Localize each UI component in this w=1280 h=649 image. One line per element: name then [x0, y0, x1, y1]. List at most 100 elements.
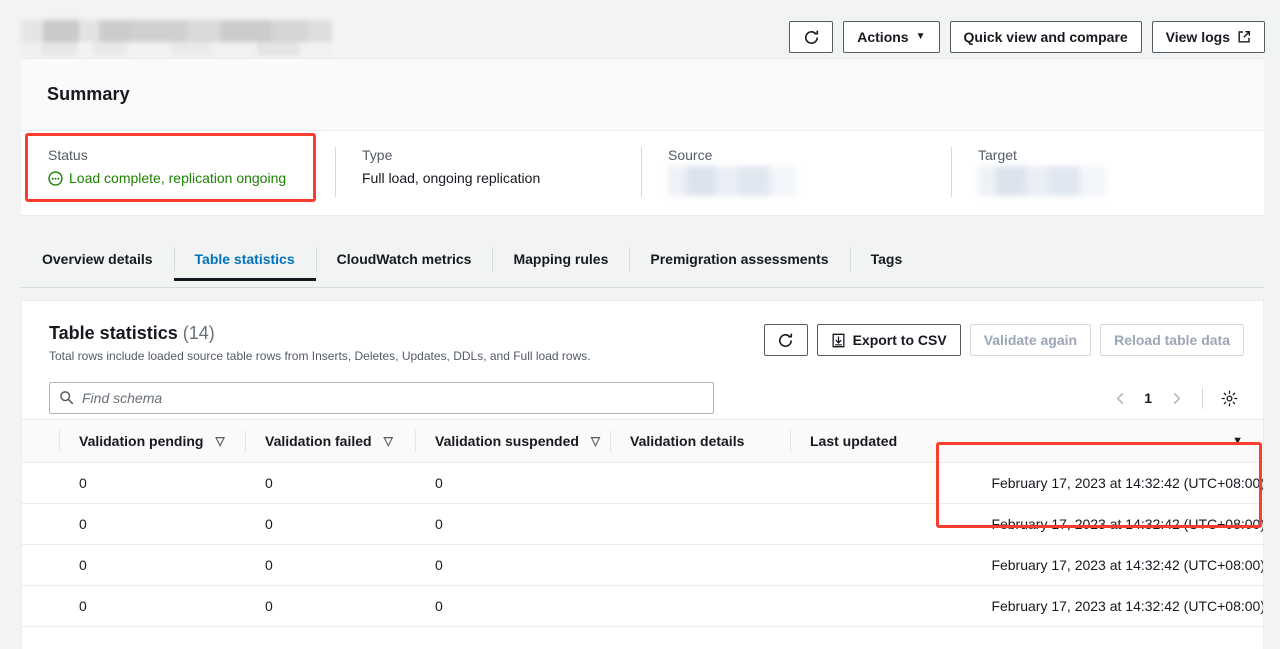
table-header: dation state ▽ Validation pending ▽ Vali…	[22, 419, 1263, 463]
column-header-label: Last updated	[810, 433, 898, 449]
reload-table-data-button[interactable]: Reload table data	[1100, 324, 1244, 356]
tab-label: Premigration assessments	[650, 251, 829, 267]
tab-premigration-assessments[interactable]: Premigration assessments	[629, 240, 849, 280]
cell-validation-state: dated	[22, 503, 59, 545]
table-panel-title: Table statistics (14)	[49, 323, 591, 344]
sort-descending-icon[interactable]: ▽	[384, 435, 393, 447]
summary-field-type: Type Full load, ongoing replication	[335, 147, 641, 216]
table-statistics-table: dation state ▽ Validation pending ▽ Vali…	[22, 419, 1263, 627]
cell-validation-suspended: 0	[415, 544, 610, 586]
cell-last-updated: February 17, 2023 at 14:32:42 (UTC+08:00…	[790, 462, 1263, 504]
reload-table-data-label: Reload table data	[1114, 332, 1230, 348]
external-link-icon	[1237, 30, 1251, 44]
actions-button[interactable]: Actions ▼	[843, 21, 940, 53]
view-logs-label: View logs	[1165, 29, 1230, 45]
target-value-redacted	[978, 166, 1106, 196]
column-header-validation-details[interactable]: Validation details	[610, 419, 790, 463]
status-in-progress-icon	[48, 170, 63, 186]
source-label: Source	[668, 147, 713, 163]
status-label: Status	[48, 147, 88, 163]
table-filter-row: 1	[22, 377, 1263, 419]
table-refresh-button[interactable]	[763, 324, 808, 356]
page-title-redacted	[21, 20, 332, 56]
column-header-validation-pending[interactable]: Validation pending ▽	[59, 419, 245, 463]
cell-last-updated: February 17, 2023 at 14:32:42 (UTC+08:00…	[790, 544, 1263, 586]
quick-view-label: Quick view and compare	[963, 29, 1128, 45]
download-icon	[831, 333, 846, 348]
cell-validation-details	[610, 585, 790, 627]
tab-bar: Overview details Table statistics CloudW…	[21, 240, 1264, 288]
sort-descending-active-icon[interactable]: ▼	[1232, 435, 1243, 447]
validate-again-label: Validate again	[983, 332, 1078, 348]
summary-header: Summary	[21, 59, 1264, 131]
source-value-wrap	[668, 166, 951, 196]
summary-field-source: Source	[641, 147, 951, 216]
tab-label: CloudWatch metrics	[336, 251, 472, 267]
table-panel-header: Table statistics (14) Total rows include…	[22, 301, 1263, 377]
export-to-csv-label: Export to CSV	[852, 332, 947, 348]
table-header-row: dation state ▽ Validation pending ▽ Vali…	[22, 419, 1263, 463]
validate-again-button[interactable]: Validate again	[969, 324, 1092, 356]
refresh-button[interactable]	[789, 21, 834, 53]
table-row[interactable]: dated 0 0 0 February 17, 2023 at 14:32:4…	[22, 544, 1263, 586]
summary-body: Status Load complete, replication ongoin…	[21, 131, 1264, 216]
tab-tags[interactable]: Tags	[849, 240, 924, 280]
export-to-csv-button[interactable]: Export to CSV	[816, 324, 961, 356]
cell-validation-pending: 0	[59, 544, 245, 586]
cell-validation-pending: 0	[59, 585, 245, 627]
summary-panel: Summary Status Load complete, replicatio…	[21, 58, 1264, 216]
column-header-validation-failed[interactable]: Validation failed ▽	[245, 419, 415, 463]
quick-view-and-compare-button[interactable]: Quick view and compare	[949, 21, 1142, 53]
cell-last-updated: February 17, 2023 at 14:32:42 (UTC+08:00…	[790, 503, 1263, 545]
table-row[interactable]: dated 0 0 0 February 17, 2023 at 14:32:4…	[22, 462, 1263, 504]
summary-field-status: Status Load complete, replication ongoin…	[21, 147, 335, 216]
sort-descending-icon[interactable]: ▽	[591, 435, 600, 447]
cell-validation-failed: 0	[245, 585, 415, 627]
table-row[interactable]: dated 0 0 0 February 17, 2023 at 14:32:4…	[22, 503, 1263, 545]
tab-label: Mapping rules	[513, 251, 609, 267]
cell-validation-details	[610, 503, 790, 545]
table-row[interactable]: dated 0 0 0 February 17, 2023 at 14:32:4…	[22, 585, 1263, 627]
table-preferences-button[interactable]	[1214, 383, 1244, 413]
summary-heading: Summary	[47, 84, 130, 104]
column-header-label: Validation details	[630, 433, 745, 449]
sort-descending-icon[interactable]: ▽	[215, 435, 224, 447]
cell-validation-suspended: 0	[415, 503, 610, 545]
status-text: Load complete, replication ongoing	[69, 170, 287, 186]
cell-validation-details	[610, 462, 790, 504]
column-header-validation-state[interactable]: dation state ▽	[22, 419, 59, 463]
cell-validation-suspended: 0	[415, 462, 610, 504]
cell-validation-state: dated	[22, 462, 59, 504]
tab-label: Tags	[870, 251, 903, 267]
cell-last-updated: February 17, 2023 at 14:32:42 (UTC+08:00…	[790, 585, 1263, 627]
status-value-wrap: Load complete, replication ongoing	[48, 170, 335, 189]
top-bar: Actions ▼ Quick view and compare View lo…	[0, 0, 1280, 58]
chevron-right-icon	[1170, 392, 1183, 405]
gear-icon	[1221, 390, 1238, 407]
column-header-validation-suspended[interactable]: Validation suspended ▽	[415, 419, 610, 463]
table-body: dated 0 0 0 February 17, 2023 at 14:32:4…	[22, 462, 1263, 627]
type-label: Type	[362, 147, 393, 163]
view-logs-button[interactable]: View logs	[1151, 21, 1265, 53]
pagination-next-button[interactable]	[1161, 383, 1191, 413]
table-panel-heading-block: Table statistics (14) Total rows include…	[49, 323, 591, 363]
source-value-redacted	[668, 166, 796, 196]
column-header-label: Validation failed	[265, 433, 372, 449]
top-bar-actions: Actions ▼ Quick view and compare View lo…	[789, 21, 1265, 53]
tab-cloudwatch-metrics[interactable]: CloudWatch metrics	[315, 240, 493, 280]
pagination-prev-button[interactable]	[1105, 383, 1135, 413]
column-header-label: Validation suspended	[435, 433, 579, 449]
column-header-last-updated[interactable]: Last updated ▼	[790, 419, 1263, 463]
cell-validation-suspended: 0	[415, 585, 610, 627]
table-horizontal-scroll-area[interactable]: dation state ▽ Validation pending ▽ Vali…	[22, 419, 1263, 627]
cell-validation-pending: 0	[59, 503, 245, 545]
search-input[interactable]	[49, 382, 714, 414]
tab-overview-details[interactable]: Overview details	[21, 240, 174, 280]
pagination-page-number[interactable]: 1	[1137, 390, 1159, 406]
type-value: Full load, ongoing replication	[362, 170, 541, 186]
tab-mapping-rules[interactable]: Mapping rules	[492, 240, 629, 280]
divider	[1202, 387, 1203, 409]
chevron-down-icon: ▼	[915, 31, 926, 42]
cell-validation-state: dated	[22, 544, 59, 586]
tab-table-statistics[interactable]: Table statistics	[173, 240, 316, 281]
